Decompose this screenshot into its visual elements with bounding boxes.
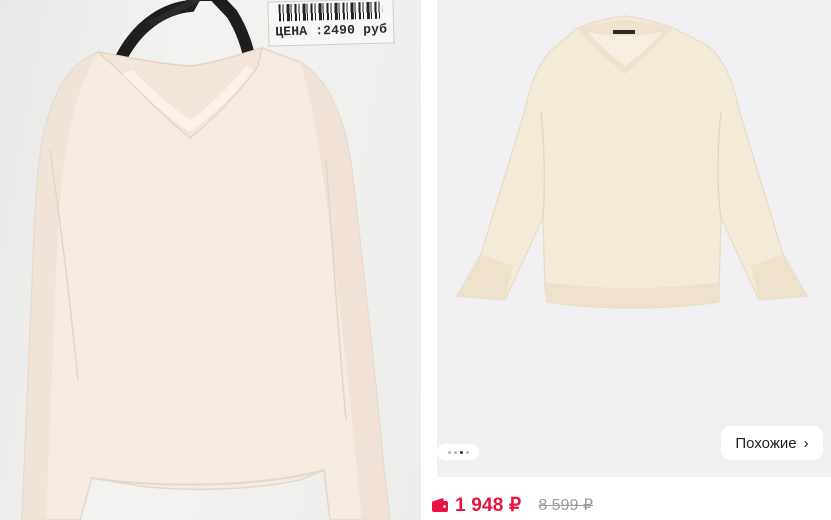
product-image-card[interactable]: Похожие ›: [437, 0, 831, 477]
price-tag-text: ЦЕНА :2490 руб: [275, 21, 388, 40]
product-sweater-image: [456, 15, 808, 309]
old-price: 8 599 ₽: [538, 497, 593, 514]
carousel-dot[interactable]: [453, 450, 457, 454]
sweater-on-hanger-image: [21, 0, 391, 520]
barcode-icon: [278, 1, 383, 22]
carousel-dots[interactable]: [437, 444, 479, 460]
chevron-right-icon: ›: [803, 434, 809, 452]
price-row: 1 948 ₽ 8 599 ₽: [432, 492, 593, 518]
wallet-icon: [432, 498, 448, 512]
carousel-dot-active[interactable]: [459, 450, 463, 454]
similar-button[interactable]: Похожие ›: [721, 426, 823, 460]
current-price: 1 948 ₽: [455, 494, 522, 516]
carousel-dot[interactable]: [447, 450, 451, 454]
sweater-photo-hanger: ЦЕНА :2490 руб: [0, 0, 421, 520]
carousel-dot[interactable]: [465, 450, 469, 454]
price-tag: ЦЕНА :2490 руб: [267, 0, 395, 47]
similar-button-label: Похожие: [735, 434, 797, 452]
